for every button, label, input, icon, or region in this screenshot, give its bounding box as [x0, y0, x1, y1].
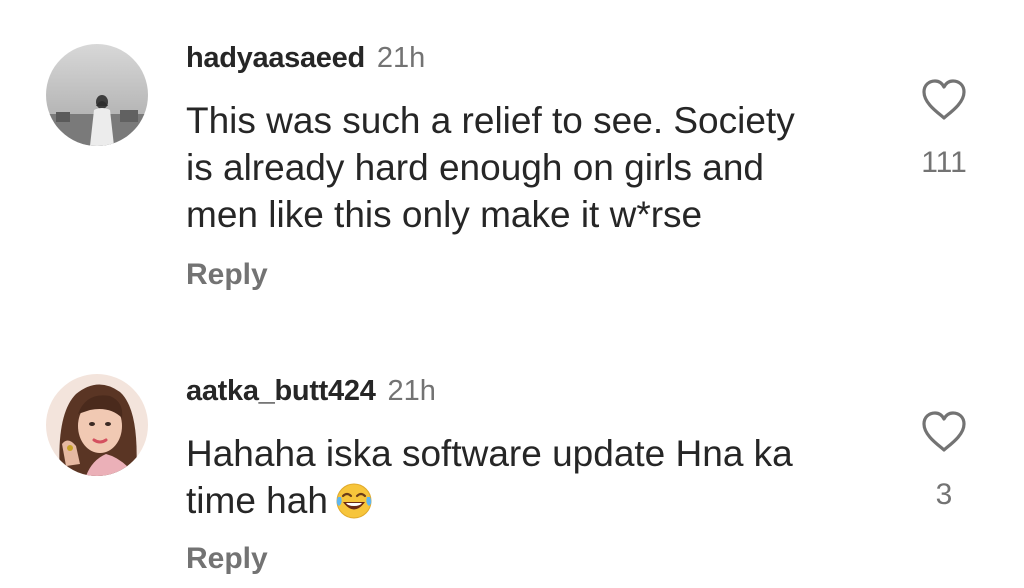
comment-text-line: men like this only make it w*rse	[186, 194, 703, 235]
username-link[interactable]: aatka_butt424	[186, 375, 376, 407]
profile-photo-icon	[46, 374, 148, 476]
like-section: 3	[904, 410, 984, 512]
timestamp: 21h	[387, 375, 436, 407]
comment-header: hadyaasaeed 21h	[186, 41, 425, 75]
profile-photo-icon	[46, 44, 148, 146]
like-section: 111	[904, 78, 984, 180]
comment-text-line: Hahaha iska software update Hna ka	[186, 433, 793, 474]
heart-icon[interactable]	[920, 78, 968, 122]
like-count: 3	[935, 478, 953, 511]
comment-text: This was such a relief to see. Society i…	[186, 97, 866, 238]
comment-text-line: is already hard enough on girls and	[186, 147, 764, 188]
avatar[interactable]	[46, 44, 148, 146]
laughing-tears-emoji-icon	[336, 483, 372, 519]
like-count: 111	[921, 146, 967, 179]
comment-item: hadyaasaeed 21h This was such a relief to…	[0, 0, 1024, 320]
reply-button[interactable]: Reply	[186, 541, 268, 577]
username-link[interactable]: hadyaasaeed	[186, 42, 365, 74]
comment-text-line: time hah	[186, 477, 866, 524]
reply-button[interactable]: Reply	[186, 257, 268, 293]
comment-header: aatka_butt424 21h	[186, 374, 436, 408]
avatar[interactable]	[46, 374, 148, 476]
comment-text-line: This was such a relief to see. Society	[186, 100, 795, 141]
comment-item: aatka_butt424 21h Hahaha iska software up…	[0, 320, 1024, 588]
timestamp: 21h	[376, 42, 426, 74]
comment-text-fragment: time hah	[186, 480, 328, 521]
comment-text: Hahaha iska software update Hna ka time …	[186, 430, 866, 524]
heart-icon[interactable]	[920, 410, 968, 454]
